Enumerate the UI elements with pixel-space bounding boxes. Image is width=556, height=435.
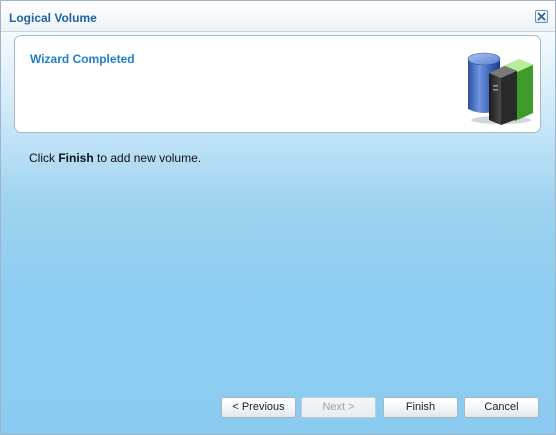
instruction-prefix: Click: [29, 151, 59, 165]
wizard-header-panel: Wizard Completed: [14, 35, 541, 133]
close-button[interactable]: [535, 10, 548, 23]
dialog-title: Logical Volume: [9, 11, 97, 25]
close-icon: [537, 12, 546, 21]
dialog-titlebar[interactable]: Logical Volume: [1, 1, 555, 32]
cancel-button[interactable]: Cancel: [464, 397, 539, 418]
wizard-instruction: Click Finish to add new volume.: [29, 151, 201, 165]
storage-volume-books-icon: [467, 52, 533, 125]
previous-button[interactable]: < Previous: [221, 397, 296, 418]
instruction-suffix: to add new volume.: [93, 151, 202, 165]
wizard-step-title: Wizard Completed: [30, 52, 135, 66]
finish-button[interactable]: Finish: [383, 397, 458, 418]
instruction-emphasis: Finish: [58, 151, 94, 165]
logical-volume-dialog: Logical Volume Wizard Completed Click Fi…: [0, 0, 556, 435]
next-button[interactable]: Next >: [301, 397, 376, 418]
